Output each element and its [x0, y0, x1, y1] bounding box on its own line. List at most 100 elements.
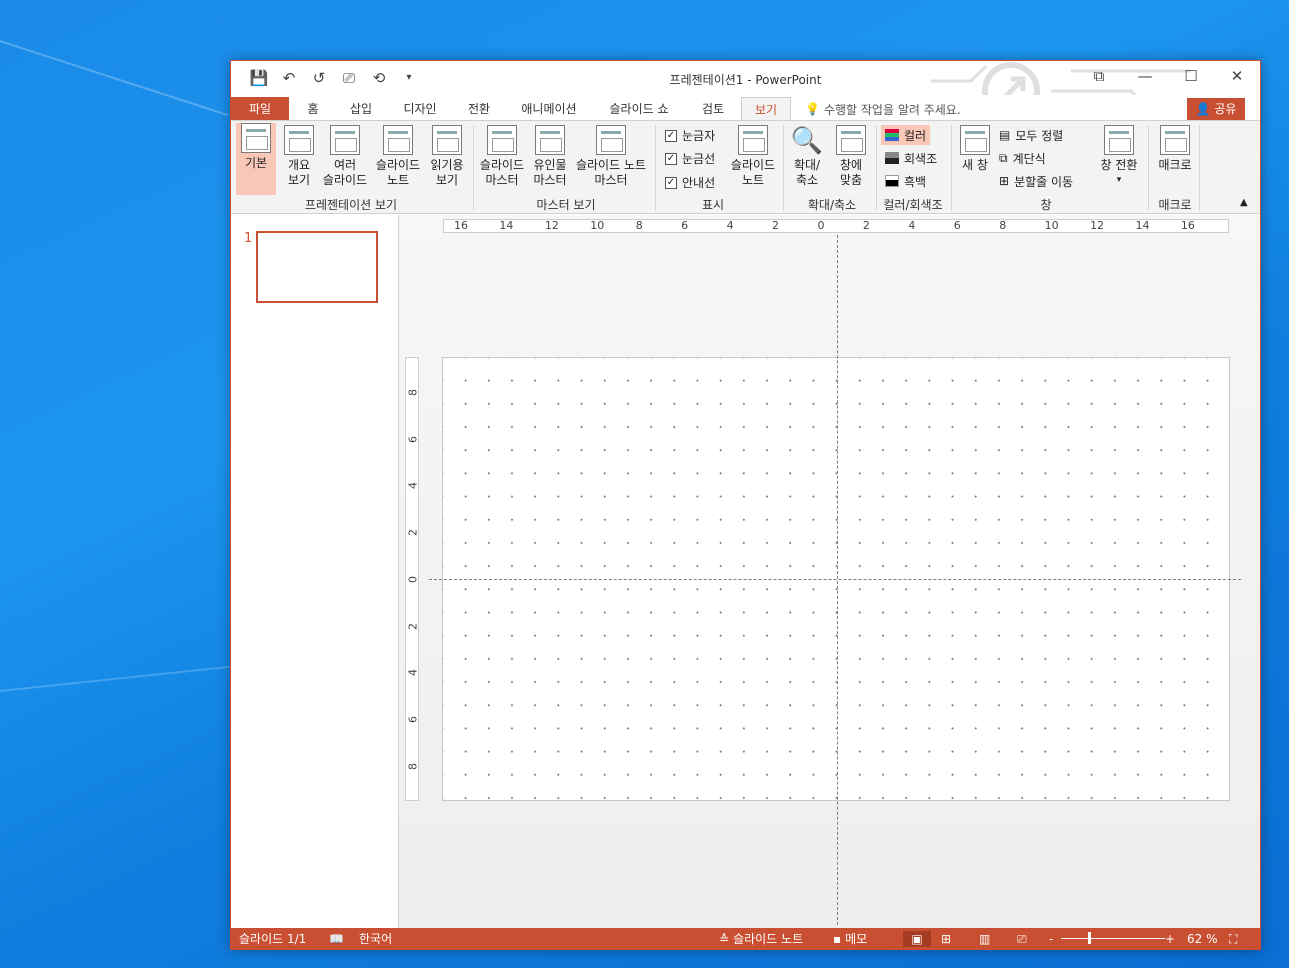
- ruler-number: 16: [1180, 219, 1195, 232]
- zoom-button[interactable]: 🔍 확대/ 축소: [787, 125, 827, 188]
- color-button[interactable]: 컬러: [881, 125, 931, 145]
- dropdown-arrow-icon: ▾: [1116, 175, 1122, 185]
- blackwhite-label: 흑백: [904, 174, 927, 189]
- notes-toggle[interactable]: ≙ 슬라이드 노트: [719, 931, 803, 947]
- notes-master-button[interactable]: 슬라이드 노트 마스터: [572, 125, 650, 188]
- ruler-number: 12: [1090, 219, 1105, 232]
- slide-sorter-label: 여러 슬라이드: [322, 158, 368, 187]
- guides-checkbox[interactable]: ✓ 안내선: [665, 174, 715, 191]
- tab-design[interactable]: 디자인: [396, 97, 444, 121]
- arrange-all-button[interactable]: ▤ 모두 정렬: [999, 125, 1063, 145]
- reading-view-button[interactable]: 읽기용 보기: [427, 125, 467, 188]
- outline-view-button[interactable]: 개요 보기: [281, 125, 317, 188]
- group-divider: [1148, 125, 1149, 211]
- horizontal-ruler: 16 14 12 10 8 6 4 2 0 2 4 6 8 10 12 14 16: [443, 219, 1229, 233]
- slideshow-status-button[interactable]: ⎚: [1017, 931, 1027, 947]
- ruler-number: 14: [1135, 219, 1150, 232]
- gridlines-label: 눈금선: [682, 152, 716, 166]
- close-button[interactable]: ✕: [1214, 61, 1260, 91]
- slide-editing-area[interactable]: 16 14 12 10 8 6 4 2 0 2 4 6 8 10 12 14 16 8 6 4 2 0 2 4 6 8: [399, 215, 1260, 928]
- share-button[interactable]: 👤 공유: [1187, 98, 1245, 120]
- zoom-in-button[interactable]: +: [1165, 931, 1175, 947]
- collapse-ribbon-icon[interactable]: ▲: [1240, 197, 1248, 208]
- normal-view-button[interactable]: 기본: [236, 123, 276, 195]
- group-divider: [783, 125, 784, 211]
- zoom-label: 확대/ 축소: [793, 158, 821, 187]
- ribbon-view: 기본 개요 보기 여러 슬라이드 슬라이드 노트 읽기용 보기 프레젠테이션 보…: [231, 120, 1260, 260]
- ruler-number: 6: [953, 219, 961, 232]
- ruler-number: 6: [681, 219, 689, 232]
- zoom-slider[interactable]: [1061, 938, 1165, 939]
- slide-sorter-status-button[interactable]: ⊞: [941, 931, 951, 947]
- maximize-button[interactable]: ☐: [1168, 61, 1214, 91]
- zoom-level[interactable]: 62 %: [1187, 931, 1218, 947]
- switch-windows-button[interactable]: 창 전환 ▾: [1097, 125, 1141, 188]
- macro-icon: [1160, 125, 1190, 155]
- minimize-button[interactable]: —: [1122, 61, 1168, 91]
- ruler-number: 10: [1044, 219, 1059, 232]
- ruler-number: 4: [726, 219, 734, 232]
- macros-button[interactable]: 매크로: [1153, 125, 1197, 173]
- blackwhite-button[interactable]: 흑백: [885, 171, 926, 191]
- group-show: 표시: [701, 198, 725, 212]
- notes-page-button[interactable]: 슬라이드 노트: [373, 125, 423, 188]
- ribbon-display-icon[interactable]: ⧉: [1076, 61, 1122, 91]
- slide-sorter-button[interactable]: 여러 슬라이드: [320, 125, 370, 188]
- grayscale-button[interactable]: 회색조: [885, 148, 937, 168]
- vertical-ruler: 8 6 4 2 0 2 4 6 8: [405, 357, 419, 801]
- tab-review[interactable]: 검토: [693, 97, 733, 121]
- fit-to-window-button[interactable]: 창에 맞춤: [831, 125, 871, 188]
- handout-master-button[interactable]: 유인물 마스터: [530, 125, 570, 188]
- tab-animations[interactable]: 애니메이션: [514, 97, 584, 121]
- notes-icon: [738, 125, 768, 155]
- notes-icon: ≙: [719, 932, 730, 946]
- comments-toggle[interactable]: ▪ 메모: [833, 931, 867, 947]
- checkmark-icon: ✓: [665, 129, 677, 142]
- tab-view[interactable]: 보기: [741, 97, 791, 121]
- share-label: 공유: [1214, 102, 1237, 116]
- ruler-number: 8: [635, 219, 643, 232]
- macro-label: 매크로: [1158, 158, 1192, 172]
- group-divider: [473, 125, 474, 211]
- tell-me-text: 수행할 작업을 알려 주세요.: [823, 102, 961, 117]
- group-presentation-views: 프레젠테이션 보기: [304, 198, 398, 212]
- gridlines-checkbox[interactable]: ✓ 눈금선: [665, 150, 715, 167]
- ruler-number: 6: [406, 716, 419, 724]
- ruler-number: 12: [544, 219, 559, 232]
- ruler-number: 6: [406, 435, 419, 443]
- new-window-label: 새 창: [962, 158, 988, 172]
- ruler-number: 16: [454, 219, 468, 232]
- tell-me-box[interactable]: 💡 수행할 작업을 알려 주세요.: [805, 98, 961, 120]
- reading-view-status-button[interactable]: ▥: [979, 931, 990, 947]
- fit-slide-icon[interactable]: ⛶: [1229, 931, 1237, 947]
- cascade-button[interactable]: ⧉ 계단식: [999, 148, 1046, 168]
- slide-master-button[interactable]: 슬라이드 마스터: [476, 125, 528, 188]
- tab-file[interactable]: 파일: [231, 97, 289, 121]
- spellcheck-icon[interactable]: 📖: [329, 931, 344, 947]
- tab-slideshow[interactable]: 슬라이드 쇼: [603, 97, 675, 121]
- zoom-slider-thumb[interactable]: [1088, 932, 1091, 944]
- handout-master-icon: [535, 125, 565, 155]
- language-indicator[interactable]: 한국어: [359, 931, 392, 947]
- normal-view-status-button[interactable]: ▣: [903, 931, 931, 947]
- split-icon: ⊞: [999, 174, 1010, 188]
- zoom-out-button[interactable]: -: [1049, 931, 1053, 947]
- comment-icon: ▪: [833, 932, 842, 946]
- vertical-guide[interactable]: [837, 235, 838, 925]
- move-split-button[interactable]: ⊞ 분할줄 이동: [999, 171, 1073, 191]
- tab-insert[interactable]: 삽입: [343, 97, 379, 121]
- notes-button[interactable]: 슬라이드 노트: [729, 125, 777, 188]
- group-window: 창: [1040, 198, 1052, 212]
- outline-view-icon: [284, 125, 314, 155]
- slide-thumbnail[interactable]: [256, 231, 378, 303]
- tab-home[interactable]: 홈: [299, 97, 327, 121]
- normal-view-icon: [241, 123, 271, 153]
- tab-transitions[interactable]: 전환: [461, 97, 497, 121]
- arrange-icon: ▤: [999, 128, 1011, 142]
- ruler-checkbox[interactable]: ✓ 눈금자: [665, 127, 715, 144]
- ruler-number: 4: [406, 482, 419, 490]
- slide-thumbnail-pane: 1: [231, 215, 399, 928]
- new-window-button[interactable]: 새 창: [957, 125, 993, 173]
- notes-master-label: 슬라이드 노트 마스터: [575, 158, 647, 187]
- horizontal-guide[interactable]: [429, 579, 1241, 580]
